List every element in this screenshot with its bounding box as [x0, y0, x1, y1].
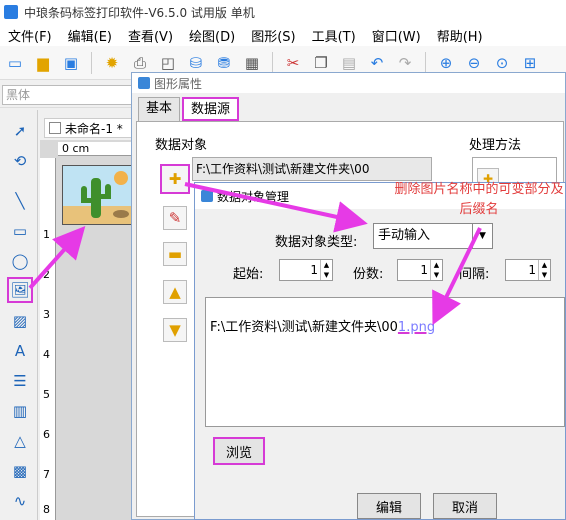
arrow-to-suffix	[432, 227, 482, 326]
arrow-to-image	[28, 226, 86, 290]
arrow-to-manager	[184, 182, 368, 233]
guide-arrows	[28, 182, 482, 326]
